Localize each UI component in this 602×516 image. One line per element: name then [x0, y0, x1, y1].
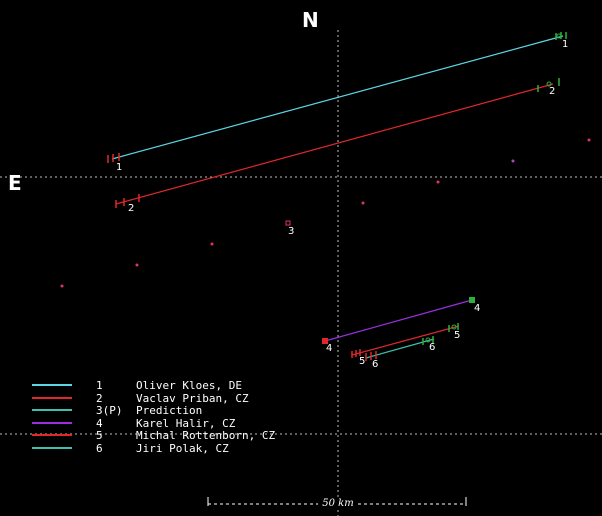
- track-label: 4: [326, 343, 332, 354]
- legend-swatch: [32, 446, 72, 449]
- legend-row: 2 Vaclav Priban, CZ: [32, 392, 352, 405]
- legend-observer: Michal Rottenborn, CZ: [136, 429, 276, 443]
- track-label: 4: [474, 303, 480, 314]
- legend-row: 6 Jiri Polak, CZ: [32, 442, 352, 455]
- legend-row: 3(P) Prediction: [32, 404, 352, 417]
- legend: 1 Oliver Kloes, DE 2 Vaclav Priban, CZ 3…: [32, 379, 352, 455]
- track-5: 5 5: [351, 323, 460, 367]
- legend-observer: Jiri Polak, CZ: [136, 441, 229, 455]
- meteor-track-map: 1 1 2 2 3 4 4 5 5 6 6 N E 1 Oliver Kloes…: [0, 0, 602, 516]
- track-label: 1: [116, 162, 122, 173]
- legend-swatch: [32, 384, 72, 386]
- legend-number: 4: [96, 416, 103, 430]
- star-marker: [60, 284, 64, 288]
- star-marker: [361, 201, 365, 205]
- reference-stars: [60, 138, 591, 288]
- track-label: 6: [429, 342, 435, 353]
- star-marker: [436, 180, 440, 184]
- track-line: [351, 325, 460, 356]
- legend-row: 4 Karel Halir, CZ: [32, 417, 352, 430]
- track-label: 2: [549, 86, 555, 97]
- track-4: 4 4: [322, 297, 480, 354]
- legend-number: 5: [96, 429, 103, 443]
- legend-swatch: [32, 396, 72, 399]
- star-marker: [511, 159, 515, 163]
- compass-east-label: E: [8, 171, 22, 195]
- legend-swatch: [32, 409, 72, 412]
- star-marker: [135, 263, 139, 267]
- legend-observer: Oliver Kloes, DE: [136, 379, 242, 392]
- track-line: [115, 83, 554, 205]
- legend-number: 6: [96, 441, 103, 455]
- compass-north-label: N: [302, 8, 319, 32]
- legend-swatch: [32, 421, 72, 424]
- legend-observer: Prediction: [136, 404, 203, 418]
- track-label: 3: [288, 226, 294, 237]
- legend-number: 2: [96, 391, 103, 405]
- legend-swatch: [32, 434, 72, 437]
- track-3-prediction: 3: [285, 220, 294, 237]
- scale-label: 50 km: [318, 498, 358, 509]
- prediction-marker: [285, 220, 291, 226]
- star-marker: [210, 242, 214, 246]
- track-label: 1: [562, 39, 568, 50]
- legend-row: 5 Michal Rottenborn, CZ: [32, 429, 352, 442]
- legend-row: 1 Oliver Kloes, DE: [32, 379, 352, 392]
- track-label: 2: [128, 203, 134, 214]
- legend-number: 1: [96, 379, 103, 392]
- star-marker: [587, 138, 591, 142]
- track-label: 6: [372, 359, 378, 370]
- legend-observer: Karel Halir, CZ: [136, 416, 236, 430]
- track-label: 5: [359, 356, 365, 367]
- legend-observer: Vaclav Priban, CZ: [136, 391, 249, 405]
- legend-number: 3(P): [96, 404, 123, 418]
- track-label: 5: [454, 330, 460, 341]
- track-line: [324, 299, 473, 342]
- track-6: 6 6: [365, 336, 435, 370]
